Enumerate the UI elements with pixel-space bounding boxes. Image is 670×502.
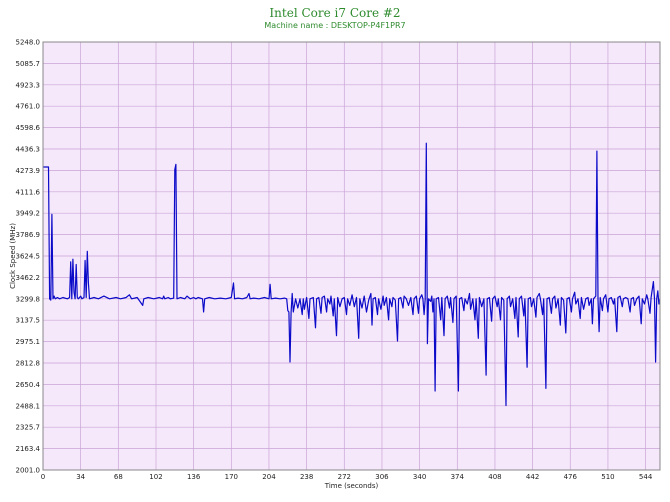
x-tick-label: 34	[76, 473, 85, 481]
x-tick-label: 0	[41, 473, 45, 481]
y-tick-label: 2975.1	[16, 338, 41, 346]
y-tick-label: 5248.0	[16, 39, 41, 47]
y-tick-label: 2812.8	[16, 359, 41, 367]
x-tick-label: 374	[451, 473, 465, 481]
x-tick-label: 442	[526, 473, 539, 481]
x-tick-label: 68	[114, 473, 123, 481]
x-tick-label: 544	[639, 473, 653, 481]
y-tick-label: 5085.7	[16, 60, 41, 68]
y-axis-title: Clock Speed (MHz)	[9, 223, 17, 289]
x-tick-label: 238	[300, 473, 313, 481]
x-tick-label: 340	[413, 473, 426, 481]
x-tick-label: 476	[564, 473, 578, 481]
y-tick-label: 4111.6	[16, 188, 41, 196]
x-tick-label: 102	[149, 473, 162, 481]
y-tick-label: 3137.5	[16, 317, 41, 325]
y-tick-label: 4436.3	[16, 145, 41, 153]
y-tick-label: 3299.8	[16, 295, 41, 303]
x-axis-ticks: 0 34 68 102 136 170 204 238 272 306 340 374 408 442 47…	[41, 473, 653, 481]
y-tick-label: 3624.5	[16, 253, 41, 261]
y-tick-label: 2650.4	[16, 381, 41, 389]
y-tick-label: 4273.9	[16, 167, 41, 175]
x-tick-label: 306	[375, 473, 389, 481]
y-tick-label: 2001.0	[16, 467, 41, 475]
x-tick-label: 204	[262, 473, 276, 481]
y-tick-label: 2325.7	[16, 424, 41, 432]
grid-lines	[42, 41, 660, 471]
y-tick-label: 3786.9	[16, 231, 41, 239]
clock-speed-chart: 2001.0 2163.4 2325.7 2488.1 2650.4 2812.8 2975…	[9, 39, 661, 490]
x-tick-label: 408	[488, 473, 501, 481]
x-tick-label: 510	[601, 473, 614, 481]
y-tick-label: 4761.0	[16, 103, 41, 111]
x-tick-label: 136	[187, 473, 201, 481]
y-tick-label: 4598.6	[16, 124, 41, 132]
x-tick-label: 272	[338, 473, 351, 481]
y-tick-label: 2163.4	[16, 445, 41, 453]
y-tick-label: 4923.3	[16, 81, 41, 89]
x-axis-title: Time (seconds)	[324, 482, 379, 490]
x-tick-label: 170	[225, 473, 238, 481]
y-tick-label: 2488.1	[16, 402, 41, 410]
y-tick-label: 3949.2	[16, 210, 41, 218]
y-axis-ticks: 2001.0 2163.4 2325.7 2488.1 2650.4 2812.8 2975…	[16, 39, 41, 475]
y-tick-label: 3462.2	[16, 274, 41, 282]
